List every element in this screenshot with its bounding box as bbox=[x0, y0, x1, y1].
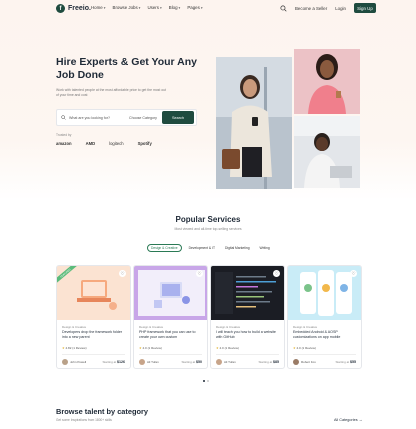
divider bbox=[139, 354, 202, 355]
become-seller-link[interactable]: Become a Seller bbox=[295, 6, 327, 11]
author-name: Robert Fox bbox=[301, 360, 316, 364]
divider bbox=[62, 354, 125, 355]
tab-digital-marketing[interactable]: Digital Marketing bbox=[222, 244, 253, 252]
brand-logos: amazon AMD logitech Spotify bbox=[56, 141, 152, 146]
author-name: Ali Tufan bbox=[224, 360, 236, 364]
category-select-value: Choose Category bbox=[129, 115, 157, 120]
menu-item-users[interactable]: Users bbox=[147, 5, 161, 10]
search-icon[interactable] bbox=[280, 4, 287, 12]
star-icon: ★ bbox=[216, 346, 219, 350]
menu-item-browse-jobs[interactable]: Browse Jobs bbox=[113, 5, 141, 10]
service-card[interactable]: FEATURED ♡ Design & Creative Developers … bbox=[56, 265, 131, 369]
top-navbar: f Freeio. Home Browse Jobs Users Blog Pa… bbox=[0, 0, 416, 17]
card-title[interactable]: I will teach you how to build a website … bbox=[216, 330, 282, 339]
card-author[interactable]: Ali Tufan bbox=[139, 359, 159, 365]
brand-logo-amazon: amazon bbox=[56, 141, 72, 146]
avatar bbox=[62, 359, 68, 365]
avatar bbox=[216, 359, 222, 365]
search-input[interactable] bbox=[69, 115, 121, 120]
card-title[interactable]: Embedded Android & AOSP customizations o… bbox=[293, 330, 359, 339]
login-link[interactable]: Login bbox=[335, 6, 346, 11]
card-category: Design & Creative bbox=[139, 325, 164, 329]
browse-category-title: Browse talent by category bbox=[56, 407, 149, 416]
search-icon bbox=[61, 115, 66, 120]
tab-writing[interactable]: Writing bbox=[257, 244, 273, 252]
author-name: Ali Tufan bbox=[147, 360, 159, 364]
hero-photo-woman-phone bbox=[216, 57, 292, 189]
card-author[interactable]: Robert Fox bbox=[293, 359, 316, 365]
card-rating: ★ 4.82 (1 Review) bbox=[62, 346, 87, 350]
card-category: Design & Creative bbox=[216, 325, 241, 329]
author-name: John Powell bbox=[70, 360, 87, 364]
carousel-dots bbox=[203, 380, 209, 382]
divider bbox=[293, 354, 356, 355]
hero-search-bar: Choose Category Search bbox=[56, 109, 197, 126]
card-author[interactable]: Ali Tufan bbox=[216, 359, 236, 365]
card-category: Design & Creative bbox=[293, 325, 318, 329]
card-rating: ★ 4.0 (1 Review) bbox=[216, 346, 239, 350]
service-card[interactable]: ♡ Design & Creative Embedded Android & A… bbox=[287, 265, 362, 369]
brand-logo-spotify: Spotify bbox=[137, 141, 152, 146]
menu-item-blog[interactable]: Blog bbox=[169, 5, 181, 10]
service-card-image: ♡ bbox=[134, 266, 207, 320]
card-rating: ★ 4.0 (1 Review) bbox=[139, 346, 162, 350]
menu-item-home[interactable]: Home bbox=[91, 5, 106, 10]
main-menu: Home Browse Jobs Users Blog Pages bbox=[91, 5, 203, 10]
hero-title: Hire Experts & Get Your Any Job Done bbox=[56, 56, 198, 81]
logo-text: Freeio. bbox=[68, 5, 91, 12]
popular-services-subtitle: Most viewed and all-time top-selling ser… bbox=[174, 227, 242, 231]
brand-logo-logitech: logitech bbox=[109, 141, 124, 146]
service-card-image: FEATURED ♡ bbox=[57, 266, 130, 320]
heart-icon[interactable]: ♡ bbox=[196, 270, 203, 277]
card-category: Design & Creative bbox=[62, 325, 87, 329]
hero-photo-woman-laptop bbox=[294, 116, 360, 188]
category-select[interactable]: Choose Category bbox=[129, 116, 157, 120]
heart-icon[interactable]: ♡ bbox=[119, 270, 126, 277]
site-logo[interactable]: f Freeio. bbox=[56, 4, 91, 13]
avatar bbox=[139, 359, 145, 365]
service-cards: FEATURED ♡ Design & Creative Developers … bbox=[56, 265, 362, 369]
card-price: Starting at $50 bbox=[181, 360, 202, 364]
service-card-image: ♡ bbox=[211, 266, 284, 320]
heart-icon[interactable]: ♡ bbox=[350, 270, 357, 277]
tab-development-it[interactable]: Development & IT bbox=[186, 244, 218, 252]
card-price: Starting at $55 bbox=[335, 360, 356, 364]
hero-subtitle: Work with talented people at the most af… bbox=[56, 88, 166, 97]
avatar bbox=[293, 359, 299, 365]
star-icon: ★ bbox=[293, 346, 296, 350]
hero-photo-woman-coffee bbox=[294, 49, 360, 114]
carousel-dot[interactable] bbox=[203, 380, 205, 382]
all-categories-link[interactable]: All Categories → bbox=[334, 418, 363, 422]
card-price: Starting at $126 bbox=[102, 360, 125, 364]
heart-icon[interactable]: ♡ bbox=[273, 270, 280, 277]
service-card[interactable]: ♡ Design & Creative I will teach you how… bbox=[210, 265, 285, 369]
browse-category-subtitle: Get some Inspirations from 1800+ skills bbox=[56, 418, 112, 422]
carousel-dot[interactable] bbox=[207, 380, 209, 382]
nav-actions: Become a Seller Login Sign Up bbox=[280, 3, 376, 13]
card-rating: ★ 4.0 (1 Review) bbox=[293, 346, 316, 350]
menu-item-pages[interactable]: Pages bbox=[187, 5, 202, 10]
signup-button[interactable]: Sign Up bbox=[353, 3, 376, 13]
card-title[interactable]: PHP framework that you can use to create… bbox=[139, 330, 205, 339]
logo-mark-icon: f bbox=[56, 4, 65, 13]
card-title[interactable]: Developers drop the framework folder int… bbox=[62, 330, 128, 339]
search-button[interactable]: Search bbox=[162, 111, 194, 124]
star-icon: ★ bbox=[139, 346, 142, 350]
brand-logo-amd: AMD bbox=[85, 141, 96, 146]
service-card-image: ♡ bbox=[288, 266, 361, 320]
service-card[interactable]: ♡ Design & Creative PHP framework that y… bbox=[133, 265, 208, 369]
service-tabs: Design & Creative Development & IT Digit… bbox=[147, 244, 273, 252]
star-icon: ★ bbox=[62, 346, 65, 350]
card-author[interactable]: John Powell bbox=[62, 359, 86, 365]
divider bbox=[216, 354, 279, 355]
tab-design-creative[interactable]: Design & Creative bbox=[147, 244, 182, 252]
card-price: Starting at $85 bbox=[258, 360, 279, 364]
trusted-by-label: Trusted by bbox=[56, 133, 72, 137]
popular-services-title: Popular Services bbox=[175, 215, 241, 224]
